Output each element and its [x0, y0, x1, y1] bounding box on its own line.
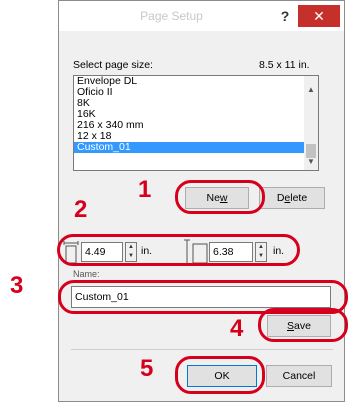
callout-1: 1: [138, 176, 152, 203]
delete-label-rest: lete: [290, 192, 308, 204]
list-item-selected[interactable]: Custom_01: [74, 142, 304, 153]
callout-5: 5: [140, 355, 154, 382]
window-title: Page Setup: [140, 9, 203, 23]
list-scrollbar[interactable]: ▲ ▼: [304, 76, 318, 170]
title-bar: Page Setup ? ✕: [59, 1, 344, 31]
cancel-button[interactable]: Cancel: [266, 365, 332, 387]
select-page-size-label: Select page size:: [73, 59, 153, 71]
scroll-down-icon[interactable]: ▼: [304, 156, 318, 168]
current-page-size: 8.5 x 11 in.: [259, 59, 310, 71]
page-size-list[interactable]: Envelope DL Oficio II 8K 16K 216 x 340 m…: [73, 75, 319, 171]
close-button[interactable]: ✕: [298, 5, 340, 27]
highlight-dimensions: [57, 234, 300, 266]
scroll-up-icon[interactable]: ▲: [304, 84, 318, 96]
separator: [71, 349, 333, 350]
name-label: Name:: [73, 269, 100, 279]
callout-2: 2: [74, 196, 88, 223]
highlight-ok: [175, 356, 265, 394]
help-button[interactable]: ?: [274, 5, 296, 27]
highlight-save: [258, 308, 348, 342]
list-item[interactable]: Oficio II: [74, 87, 318, 98]
callout-3: 3: [10, 272, 24, 299]
callout-4: 4: [230, 315, 244, 342]
list-item[interactable]: 8K: [74, 98, 318, 109]
highlight-new: [175, 180, 265, 214]
delete-button[interactable]: Delete: [259, 187, 325, 209]
